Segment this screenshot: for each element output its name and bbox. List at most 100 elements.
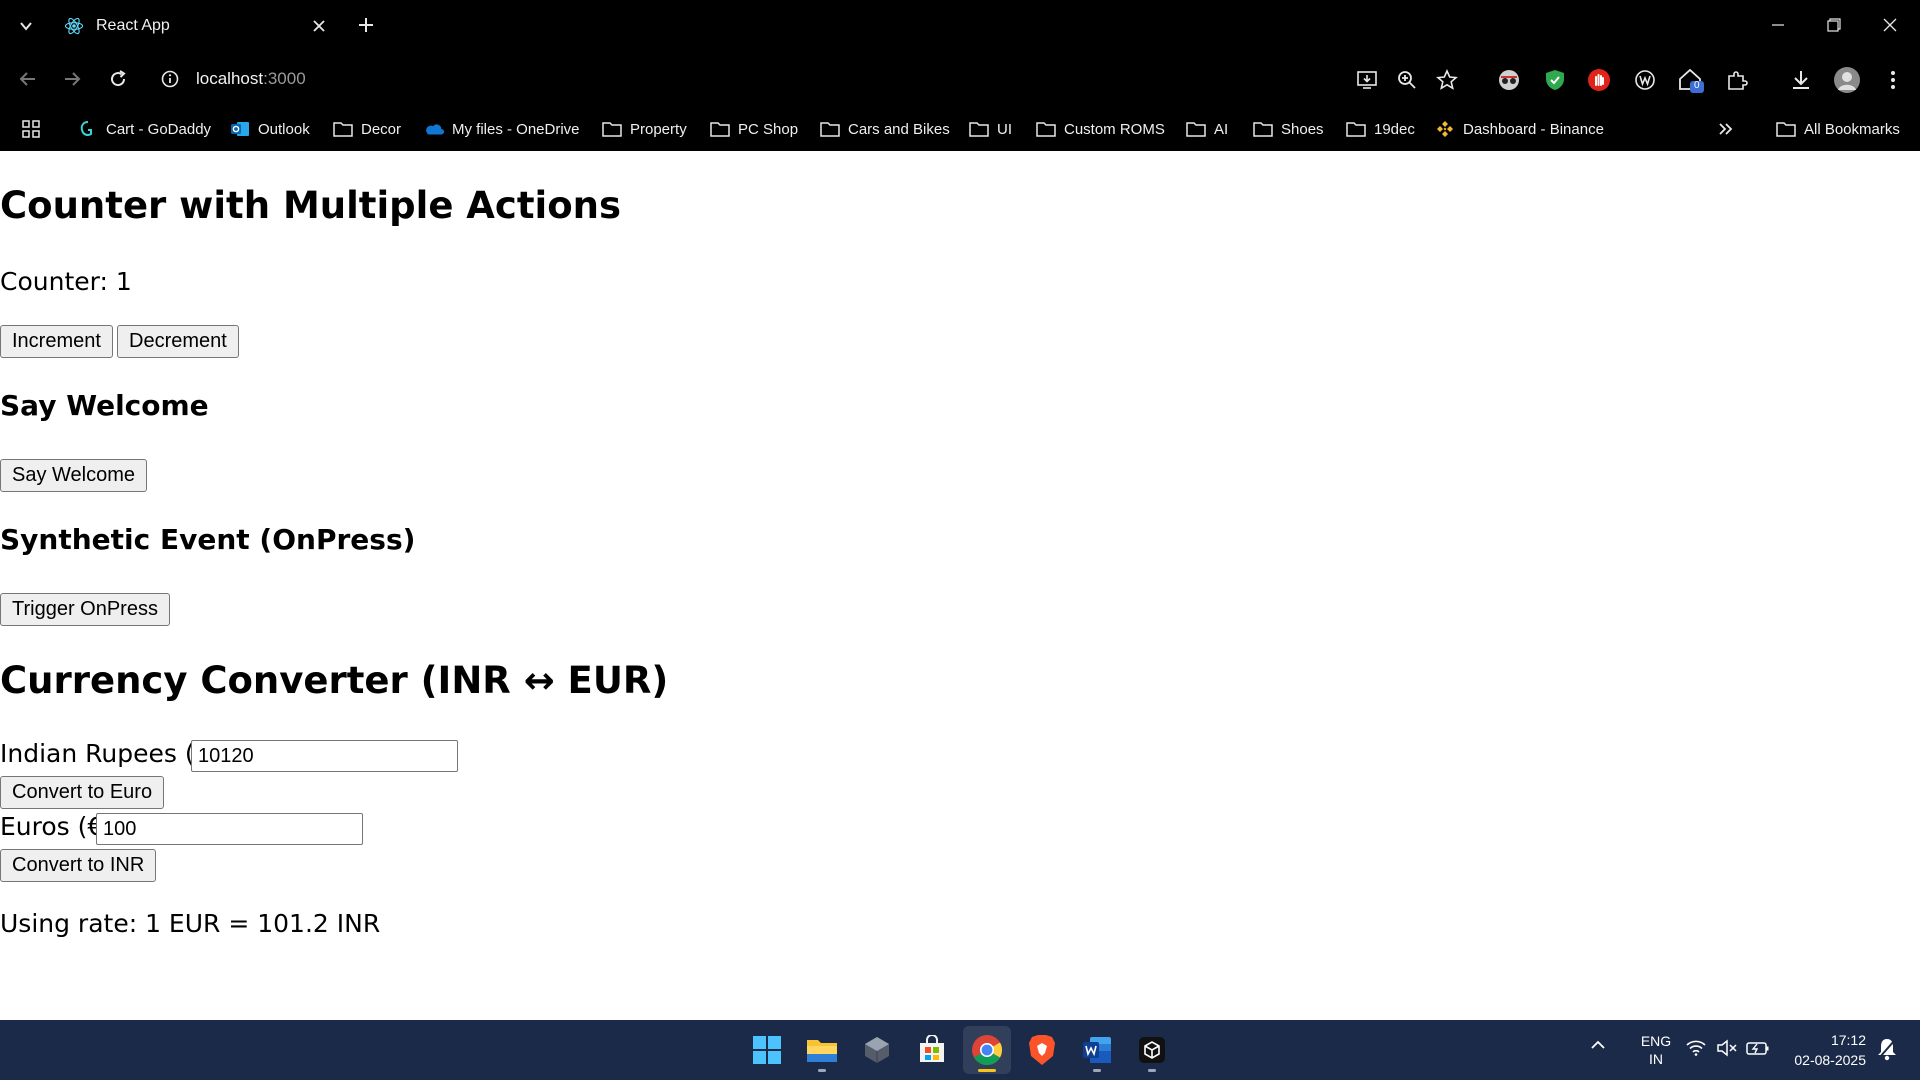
bookmark-custom-roms[interactable]: Custom ROMS (1036, 115, 1165, 143)
brave-browser-icon[interactable] (1018, 1026, 1066, 1074)
more-menu-icon[interactable] (1878, 65, 1908, 95)
address-bar[interactable]: localhost:3000 (152, 59, 1352, 99)
bookmark-cars-and-bikes[interactable]: Cars and Bikes (820, 115, 950, 143)
counter-value-text: Counter: 1 (0, 267, 132, 296)
extension-home-icon[interactable]: 0 (1676, 65, 1706, 95)
language-code: ENG (1640, 1033, 1672, 1049)
active-indicator (978, 1069, 996, 1072)
react-icon (64, 16, 84, 36)
battery-charging-icon[interactable] (1746, 1039, 1770, 1062)
minimize-icon[interactable] (1758, 8, 1798, 42)
extensions-puzzle-icon[interactable] (1722, 65, 1752, 95)
bookmark-label: AI (1214, 120, 1229, 138)
trigger-onpress-button[interactable]: Trigger OnPress (0, 593, 170, 626)
close-window-icon[interactable] (1870, 8, 1910, 42)
chrome-icon[interactable] (963, 1026, 1011, 1074)
extension-stop-hand-icon[interactable] (1584, 65, 1614, 95)
bookmark-label: UI (997, 120, 1012, 138)
counter-heading: Counter with Multiple Actions (0, 184, 622, 227)
downloads-icon[interactable] (1786, 65, 1816, 95)
increment-button[interactable]: Increment (0, 325, 113, 358)
site-info-icon[interactable] (152, 61, 188, 97)
inr-label: Indian Rupees (₹) (0, 739, 221, 768)
reload-icon[interactable] (102, 63, 134, 95)
decrement-button[interactable]: Decrement (117, 325, 239, 358)
tab-strip: React App (0, 0, 1920, 51)
onedrive-icon (424, 119, 444, 139)
back-arrow-icon[interactable] (12, 63, 44, 95)
folder-icon (602, 119, 622, 139)
inr-input[interactable] (191, 740, 458, 772)
currency-converter-heading: Currency Converter (INR ↔ EUR) (0, 659, 669, 702)
app-box-icon[interactable] (1128, 1026, 1176, 1074)
all-bookmarks-label: All Bookmarks (1804, 120, 1900, 138)
volume-muted-icon[interactable] (1716, 1039, 1738, 1062)
synthetic-event-heading: Synthetic Event (OnPress) (0, 523, 416, 556)
bookmark-shoes[interactable]: Shoes (1253, 115, 1324, 143)
outlook-icon (230, 119, 250, 139)
folder-icon (710, 119, 730, 139)
bookmark-label: Dashboard - Binance (1463, 120, 1604, 138)
clock-time: 17:12 (1830, 1032, 1866, 1048)
bookmark-ui[interactable]: UI (969, 115, 1012, 143)
bookmark-outlook[interactable]: Outlook (230, 115, 310, 143)
all-bookmarks[interactable]: All Bookmarks (1776, 115, 1900, 143)
app-cube-icon[interactable] (853, 1026, 901, 1074)
bookmarks-bar: Cart - GoDaddy Outlook Decor My files - One… (0, 107, 1920, 151)
bookmark-label: 19dec (1374, 120, 1415, 138)
start-windows-icon[interactable] (743, 1026, 791, 1074)
show-hidden-icons-chevron-icon[interactable] (1590, 1038, 1606, 1056)
folder-icon (333, 119, 353, 139)
tab-search-chevron-icon[interactable] (12, 12, 40, 40)
bookmark-star-icon[interactable] (1432, 65, 1462, 95)
install-app-icon[interactable] (1352, 65, 1382, 95)
convert-to-euro-button[interactable]: Convert to Euro (0, 776, 165, 809)
bookmark-cart-godaddy[interactable]: Cart - GoDaddy (78, 115, 211, 143)
zoom-icon[interactable] (1392, 65, 1422, 95)
profile-avatar[interactable] (1832, 65, 1862, 95)
language-indicator[interactable]: ENG IN (1636, 1032, 1676, 1068)
extension-spy-icon[interactable] (1494, 65, 1524, 95)
bookmark-ai[interactable]: AI (1186, 115, 1228, 143)
extension-w-icon[interactable] (1630, 65, 1660, 95)
forward-arrow-icon[interactable] (56, 63, 88, 95)
eur-input[interactable] (96, 813, 363, 845)
bookmark-dashboard-binance[interactable]: Dashboard - Binance (1435, 115, 1604, 143)
bookmark-decor[interactable]: Decor (333, 115, 401, 143)
bookmark-19dec[interactable]: 19dec (1346, 115, 1415, 143)
tab-react-app[interactable]: React App (52, 6, 342, 46)
binance-icon (1435, 119, 1455, 139)
folder-icon (969, 119, 989, 139)
bookmark-label: Cars and Bikes (848, 120, 950, 138)
bookmark-label: Custom ROMS (1064, 120, 1165, 138)
clock[interactable]: 17:12 02-08-2025 (1782, 1030, 1866, 1070)
restore-icon[interactable] (1814, 8, 1854, 42)
bookmark-label: Property (630, 120, 687, 138)
convert-to-inr-button[interactable]: Convert to INR (0, 849, 157, 882)
bookmarks-overflow-icon[interactable] (1718, 115, 1734, 143)
folder-icon (1253, 119, 1273, 139)
godaddy-icon (78, 119, 98, 139)
microsoft-word-icon[interactable] (1073, 1026, 1121, 1074)
welcome-heading: Say Welcome (0, 389, 209, 422)
bookmark-label: My files - OneDrive (452, 120, 580, 138)
file-explorer-icon[interactable] (798, 1026, 846, 1074)
running-indicator (1148, 1069, 1156, 1072)
extension-shield-icon[interactable] (1540, 65, 1570, 95)
new-tab-plus-icon[interactable] (352, 11, 380, 39)
folder-icon (1036, 119, 1056, 139)
bookmark-property[interactable]: Property (602, 115, 687, 143)
clock-date: 02-08-2025 (1794, 1052, 1866, 1068)
notification-bell-icon[interactable] (1876, 1037, 1898, 1066)
bookmark-pc-shop[interactable]: PC Shop (710, 115, 798, 143)
browser-chrome: React App localhost:3000 0 Cart - GoDad… (0, 0, 1920, 151)
wifi-icon[interactable] (1686, 1040, 1706, 1061)
say-welcome-button[interactable]: Say Welcome (0, 459, 148, 492)
bookmark-label: Shoes (1281, 120, 1324, 138)
folder-icon (820, 119, 840, 139)
microsoft-store-icon[interactable] (908, 1026, 956, 1074)
windows-taskbar: ENG IN 17:12 02-08-2025 (0, 1020, 1920, 1080)
bookmark-my-files-onedrive[interactable]: My files - OneDrive (424, 115, 580, 143)
close-tab-icon[interactable] (308, 15, 330, 37)
apps-grid-icon[interactable] (22, 115, 40, 143)
